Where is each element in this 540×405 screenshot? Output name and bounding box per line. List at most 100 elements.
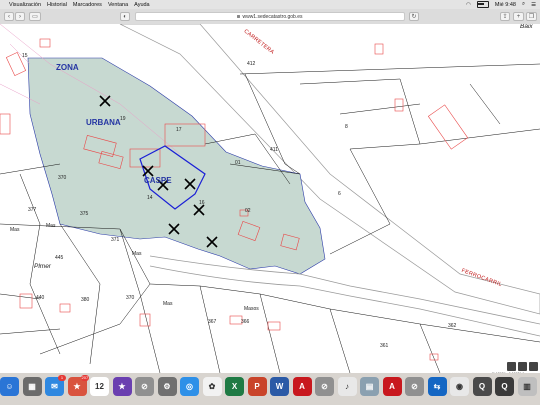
parcel-number[interactable]: 6 [338, 192, 341, 197]
parcel-number[interactable]: 361 [380, 344, 388, 349]
word-glyph: W [275, 382, 284, 391]
calendar-glyph: 12 [95, 382, 104, 391]
parcel-number[interactable]: 411 [270, 148, 278, 153]
dock-teamviewer-icon[interactable]: ⇆ [427, 377, 447, 396]
parcel-number[interactable]: 19 [120, 117, 126, 122]
parcel-number[interactable]: 445 [55, 256, 63, 261]
new-tab-button[interactable]: + [513, 12, 524, 21]
back-button[interactable]: ‹ [4, 12, 14, 21]
dock-finder-icon[interactable]: ☺ [0, 377, 19, 396]
imovie-glyph: ★ [118, 382, 126, 391]
parcel-number[interactable]: 02 [245, 209, 251, 214]
teamviewer-glyph: ⇆ [433, 382, 441, 391]
spotlight-icon[interactable]: ⌕ [522, 1, 525, 8]
dock-imovie-icon[interactable]: ★ [112, 377, 132, 396]
settings-glyph: ⚙ [163, 382, 171, 391]
parcel-number[interactable]: 14 [147, 196, 153, 201]
quicktime-glyph: Q [501, 382, 508, 391]
fullscreen-control-icon[interactable] [529, 362, 538, 371]
map-controls [507, 362, 538, 371]
menu-historial[interactable]: Historial [47, 2, 67, 8]
map-canvas[interactable] [0, 24, 540, 373]
reload-button[interactable]: ↻ [409, 12, 419, 21]
dock-search-icon[interactable]: Q [472, 377, 492, 396]
search-glyph: Q [478, 382, 486, 391]
itunes-glyph: ♪ [345, 382, 349, 391]
safari-glyph: ◎ [186, 382, 193, 391]
dock-chrome-icon[interactable]: ◉ [450, 377, 469, 396]
parcel-number[interactable]: 15 [22, 54, 28, 59]
dock-quicktime-icon[interactable]: Q [495, 377, 514, 396]
address-bar[interactable]: www1.sedecatastro.gob.es [135, 12, 405, 21]
powerpoint-glyph: P [254, 382, 260, 391]
small-label: Mas [163, 301, 173, 307]
parcel-number[interactable]: 375 [80, 212, 88, 217]
parcel-number[interactable]: 371 [111, 238, 119, 243]
trash-glyph: ▥ [523, 382, 531, 391]
dock-powerpoint-icon[interactable]: P [247, 377, 267, 396]
parcel-number[interactable]: 362 [448, 324, 456, 329]
dock: ☺ ▦ ✉ 1 ★ 207 12 ★ ⊘ ⚙ ◎ ✿ X P W A ⊘ ♪ ▤ A ⊘ ⇆ ◉ Q Q ▥ [0, 373, 540, 405]
parcel-number[interactable]: 370 [58, 176, 66, 181]
battery-icon[interactable] [476, 1, 489, 8]
dock-no-entry-app-2-icon[interactable]: ⊘ [315, 377, 334, 396]
zoom-control-icon[interactable] [507, 362, 516, 371]
preview-glyph: ▤ [365, 382, 374, 391]
parcel-number[interactable]: 440 [36, 296, 44, 301]
mail-badge: 1 [58, 375, 66, 381]
menu-ayuda[interactable]: Ayuda [134, 2, 150, 8]
dock-no-entry-app-3-icon[interactable]: ⊘ [405, 377, 424, 396]
dock-photos-icon[interactable]: ✿ [202, 377, 222, 396]
dock-safari-icon[interactable]: ◎ [180, 377, 199, 396]
zone-label-urbana: URBANA [86, 118, 121, 127]
tab-overview-button[interactable]: ❐ [526, 12, 537, 21]
dock-preview-icon[interactable]: ▤ [360, 377, 379, 396]
dock-acrobat-reader-icon[interactable]: A [382, 377, 402, 396]
wifi-icon[interactable]: ◠ [466, 2, 471, 8]
dock-launchpad-icon[interactable]: ▦ [22, 377, 42, 396]
small-label: Mas [132, 251, 142, 257]
dock-calendar-icon[interactable]: 12 [90, 377, 109, 396]
cadastral-map[interactable]: ZONA URBANA CASPE CARRETERA FERROCARRIL … [0, 24, 540, 373]
photos-glyph: ✿ [208, 382, 216, 391]
no-entry-app-2-glyph: ⊘ [321, 382, 328, 391]
parcel-number[interactable]: 17 [176, 128, 182, 133]
chrome-glyph: ◉ [456, 382, 463, 391]
parcel-number[interactable]: 380 [81, 298, 89, 303]
finder-glyph: ☺ [5, 382, 14, 391]
dock-trash-icon[interactable]: ▥ [517, 377, 537, 396]
photos-app-badge: 207 [80, 375, 90, 381]
reader-icon[interactable]: ◐ [120, 12, 130, 21]
parcel-number[interactable]: 366 [241, 320, 249, 325]
place-label-baix: Baix [520, 24, 533, 30]
dock-word-icon[interactable]: W [270, 377, 289, 396]
dock-itunes-icon[interactable]: ♪ [337, 377, 357, 396]
dock-acrobat-icon[interactable]: A [292, 377, 312, 396]
clock[interactable]: Mié 9:48 [495, 2, 516, 8]
place-label-plmer: Plmer [34, 263, 51, 270]
parcel-number[interactable]: 412 [247, 62, 255, 67]
parcel-number[interactable]: 8 [345, 125, 348, 130]
parcel-number[interactable]: 377 [28, 208, 36, 213]
dock-settings-icon[interactable]: ⚙ [157, 377, 177, 396]
url-text: www1.sedecatastro.gob.es [242, 14, 303, 20]
parcel-number[interactable]: 370 [126, 296, 134, 301]
parcel-number[interactable]: 01 [235, 161, 241, 166]
menu-visualizacion[interactable]: Visualización [9, 2, 41, 8]
menu-ventana[interactable]: Ventana [108, 2, 128, 8]
forward-button[interactable]: › [15, 12, 25, 21]
small-label: Mas [46, 223, 56, 229]
lock-icon [237, 15, 241, 19]
menu-marcadores[interactable]: Marcadores [73, 2, 102, 8]
status-area: ◠ Mié 9:48 ⌕ ☰ [466, 1, 536, 8]
dock-excel-icon[interactable]: X [225, 377, 244, 396]
dock-no-entry-app-icon[interactable]: ⊘ [135, 377, 154, 396]
share-button[interactable]: ⇪ [500, 12, 510, 21]
sidebar-button[interactable]: ▭ [29, 12, 41, 21]
menu-bar: Visualización Historial Marcadores Venta… [0, 0, 540, 9]
parcel-number[interactable]: 16 [199, 201, 205, 206]
layers-control-icon[interactable] [518, 362, 527, 371]
parcel-number[interactable]: 367 [208, 320, 216, 325]
menu-list-icon[interactable]: ☰ [531, 2, 536, 8]
browser-toolbar: ‹ › ▭ ◐ www1.sedecatastro.gob.es ↻ ⇪ + ❐ [0, 9, 540, 25]
